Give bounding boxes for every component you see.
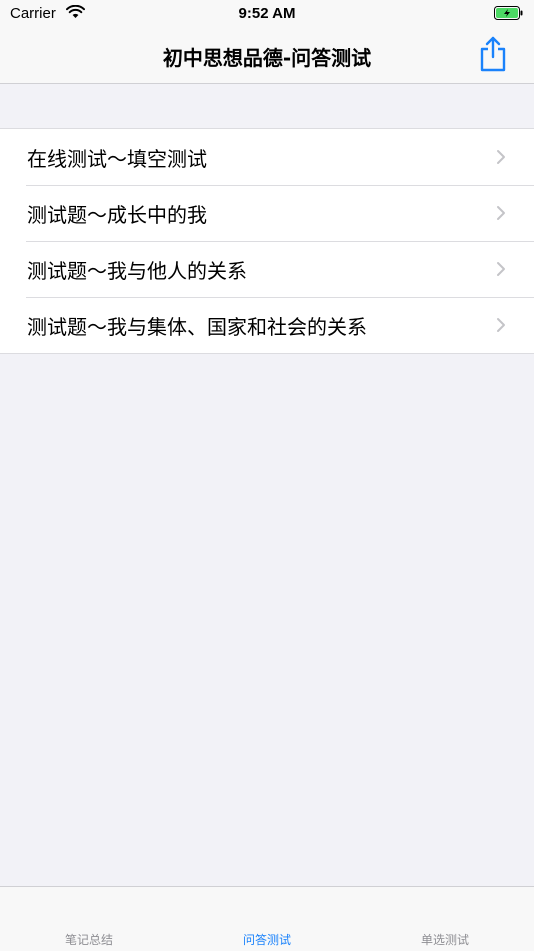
list-item[interactable]: 在线测试～填空测试 [0, 129, 534, 185]
chevron-right-icon [497, 262, 505, 276]
tab-qa-test[interactable]: 问答测试 [178, 931, 356, 948]
test-list: 在线测试～填空测试 测试题～成长中的我 测试题～我与他人的关系 测试题～我与集体… [0, 128, 534, 354]
list-item[interactable]: 测试题～成长中的我 [0, 185, 534, 241]
list-item-label: 测试题～成长中的我 [27, 203, 207, 227]
chevron-right-icon [497, 150, 505, 164]
status-time: 9:52 AM [238, 5, 296, 22]
list-item-label: 测试题～我与集体、国家和社会的关系 [27, 315, 367, 339]
battery-icon [494, 6, 523, 20]
share-icon[interactable] [478, 36, 508, 72]
list-item[interactable]: 测试题～我与集体、国家和社会的关系 [0, 297, 534, 353]
tab-notes-summary[interactable]: 笔记总结 [0, 931, 178, 948]
list-item[interactable]: 测试题～我与他人的关系 [0, 241, 534, 297]
page-title: 初中思想品德-问答测试 [162, 46, 372, 70]
status-bar: Carrier 9:52 AM [0, 0, 534, 28]
tab-single-choice-test[interactable]: 单选测试 [356, 931, 534, 948]
navigation-bar: 初中思想品德-问答测试 [0, 28, 534, 84]
chevron-right-icon [497, 206, 505, 220]
list-item-label: 在线测试～填空测试 [27, 147, 207, 171]
list-item-label: 测试题～我与他人的关系 [27, 259, 247, 283]
tab-bar: 笔记总结 问答测试 单选测试 [0, 886, 534, 951]
chevron-right-icon [497, 318, 505, 332]
